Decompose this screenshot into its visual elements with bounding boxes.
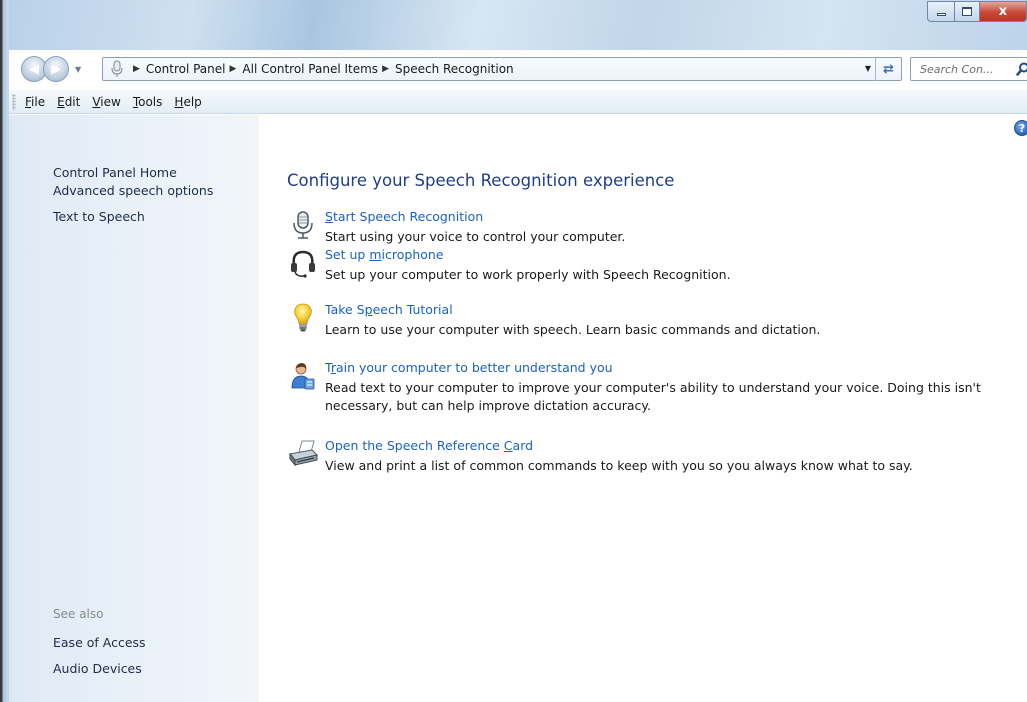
ease-of-access-link[interactable]: Ease of Access <box>53 635 146 650</box>
chevron-right-icon[interactable]: ▶ <box>230 64 237 74</box>
menu-view-rest: iew <box>100 94 121 109</box>
title-bar[interactable]: x <box>9 0 1027 50</box>
task-description: Set up your computer to work properly wi… <box>325 267 731 282</box>
link-text-post: eech Tutorial <box>372 302 453 317</box>
help-icon[interactable]: ? <box>1014 120 1027 136</box>
task-description: Learn to use your computer with speech. … <box>325 322 821 337</box>
menu-edit-access-key: E <box>57 94 65 109</box>
microphone-icon <box>293 211 313 239</box>
menu-file-rest: ile <box>31 94 46 109</box>
link-text-post: icrophone <box>381 247 444 262</box>
forward-arrow-icon: ▶ <box>51 61 61 77</box>
menu-view[interactable]: View <box>86 95 126 109</box>
menu-edit[interactable]: Edit <box>51 95 86 109</box>
link-text-pre: Set up <box>325 247 370 262</box>
take-speech-tutorial-link[interactable]: Take Speech Tutorial <box>325 302 453 317</box>
menu-edit-rest: dit <box>64 94 81 109</box>
breadcrumb-speech-recognition[interactable]: Speech Recognition <box>395 62 514 76</box>
chevron-right-icon[interactable]: ▶ <box>382 64 389 74</box>
text-to-speech-link[interactable]: Text to Speech <box>53 209 145 224</box>
refresh-button[interactable]: ⇄ <box>875 57 901 81</box>
link-text-post: ain your computer to better understand y… <box>335 360 613 375</box>
left-navigation-pane: Control Panel Home Advanced speech optio… <box>9 115 259 702</box>
lightbulb-icon <box>294 303 312 332</box>
page-title: Configure your Speech Recognition experi… <box>287 171 675 190</box>
close-icon: x <box>998 4 1008 19</box>
control-panel-home-link[interactable]: Control Panel Home <box>53 165 177 180</box>
search-box[interactable] <box>910 57 1027 81</box>
link-access-key: S <box>325 209 333 224</box>
advanced-speech-options-link[interactable]: Advanced speech options <box>53 183 213 198</box>
link-access-key: C <box>503 438 513 453</box>
maximize-button[interactable] <box>954 1 980 22</box>
menu-help[interactable]: Help <box>168 95 207 109</box>
menu-file[interactable]: File <box>19 95 51 109</box>
menu-grip <box>12 93 16 110</box>
breadcrumb-control-panel[interactable]: Control Panel <box>146 62 226 76</box>
control-panel-window: x ◀ ▶ ▼ ▶ Control Panel ▶ All Control Pa… <box>0 0 1027 702</box>
close-button[interactable]: x <box>980 1 1027 22</box>
link-access-key: p <box>364 302 373 317</box>
see-also-label: See also <box>53 607 104 621</box>
link-text-post: ard <box>512 438 534 453</box>
link-text-pre: Open the Speech Reference <box>325 438 504 453</box>
search-input[interactable] <box>911 59 1007 79</box>
audio-devices-link[interactable]: Audio Devices <box>53 661 142 676</box>
task-description: Read text to your computer to improve yo… <box>325 380 981 413</box>
caption-buttons: x <box>927 1 1027 23</box>
address-bar[interactable]: ▶ Control Panel ▶ All Control Panel Item… <box>102 57 902 81</box>
minimize-icon <box>936 13 946 16</box>
train-your-computer-link[interactable]: Train your computer to better understand… <box>325 360 613 375</box>
task-description: View and print a list of common commands… <box>325 458 913 473</box>
search-icon[interactable] <box>1016 62 1027 76</box>
chevron-down-icon[interactable]: ▼ <box>865 64 871 73</box>
headset-icon <box>291 250 315 278</box>
link-access-key: m <box>369 247 382 262</box>
link-text-pre: Take S <box>325 302 365 317</box>
breadcrumb-all-control-panel-items[interactable]: All Control Panel Items <box>242 62 378 76</box>
task-description: Start using your voice to control your c… <box>325 229 626 244</box>
user-training-icon <box>291 363 315 390</box>
refresh-icon: ⇄ <box>883 61 894 77</box>
window-frame-edge <box>0 0 9 702</box>
menu-tools-rest: ools <box>138 94 163 109</box>
printer-icon <box>289 440 318 467</box>
menu-bar: File Edit View Tools Help <box>9 90 1027 114</box>
menu-tools[interactable]: Tools <box>127 95 169 109</box>
maximize-icon <box>962 7 972 16</box>
navigation-bar: ◀ ▶ ▼ ▶ Control Panel ▶ All Control Pane… <box>9 50 1027 86</box>
set-up-microphone-link[interactable]: Set up microphone <box>325 247 444 262</box>
chevron-right-icon[interactable]: ▶ <box>133 64 140 74</box>
link-text-post: tart Speech Recognition <box>332 209 484 224</box>
nav-buttons: ◀ ▶ ▼ <box>21 56 97 82</box>
open-speech-reference-card-link[interactable]: Open the Speech Reference Card <box>325 438 533 453</box>
recent-pages-dropdown-icon[interactable]: ▼ <box>75 65 81 74</box>
forward-button[interactable]: ▶ <box>43 56 69 82</box>
minimize-button[interactable] <box>927 1 954 22</box>
menu-help-rest: elp <box>183 94 202 109</box>
back-arrow-icon: ◀ <box>29 61 39 77</box>
main-content: ? Configure your Speech Recognition expe… <box>259 115 1027 702</box>
start-speech-recognition-link[interactable]: Start Speech Recognition <box>325 209 483 224</box>
microphone-icon <box>111 60 123 77</box>
